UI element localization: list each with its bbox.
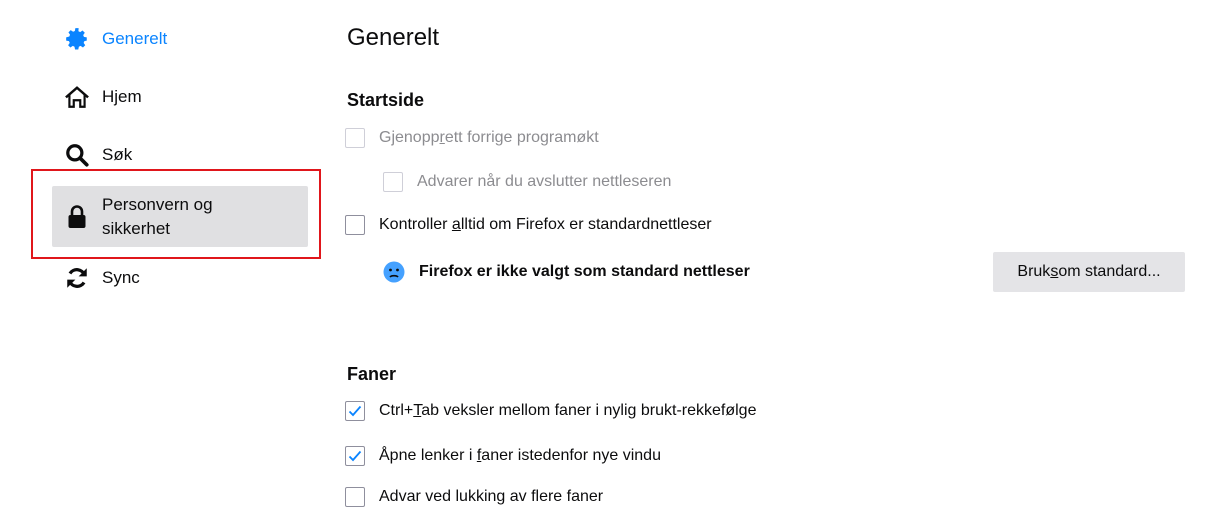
sidebar-item-search[interactable]: Søk	[52, 138, 308, 172]
sidebar-item-label: Generelt	[102, 29, 168, 48]
open-links-label: Åpne lenker i faner istedenfor nye vindu	[379, 447, 661, 464]
warn-on-quit-checkbox[interactable]	[383, 172, 403, 192]
restore-session-label: Gjenopprett forrige programøkt	[379, 129, 599, 146]
checkmark-icon	[348, 450, 362, 462]
open-links-checkbox[interactable]	[345, 446, 365, 466]
check-default-label: Kontroller alltid om Firefox er standard…	[379, 216, 712, 233]
warn-close-checkbox[interactable]	[345, 487, 365, 507]
default-status-row: Firefox er ikke valgt som standard nettl…	[383, 261, 750, 283]
sync-icon	[62, 263, 92, 293]
section-title-startup: Startside	[347, 90, 425, 110]
sidebar-item-label: Søk	[102, 145, 133, 164]
highlight-box	[31, 169, 321, 259]
checkmark-icon	[348, 405, 362, 417]
ctrl-tab-label: Ctrl+Tab veksler mellom faner i nylig br…	[379, 402, 757, 419]
page-title: Generelt	[347, 24, 440, 51]
home-icon	[62, 82, 92, 112]
ctrl-tab-checkbox[interactable]	[345, 401, 365, 421]
check-default-row: Kontroller alltid om Firefox er standard…	[345, 215, 712, 235]
default-status-text: Firefox er ikke valgt som standard nettl…	[419, 263, 750, 280]
sad-face-icon	[383, 261, 405, 283]
section-title-tabs: Faner	[347, 364, 397, 384]
ctrl-tab-row: Ctrl+Tab veksler mellom faner i nylig br…	[345, 401, 756, 421]
sidebar-item-sync[interactable]: Sync	[52, 261, 308, 295]
search-icon	[62, 140, 92, 170]
make-default-button[interactable]: Bruk s om standard...	[993, 252, 1185, 292]
warn-on-quit-label: Advarer når du avslutter nettleseren	[417, 173, 672, 190]
restore-session-checkbox[interactable]	[345, 128, 365, 148]
sidebar-item-general[interactable]: Generelt	[52, 22, 308, 56]
sidebar-item-home[interactable]: Hjem	[52, 80, 308, 114]
sidebar-item-label: Hjem	[102, 87, 142, 106]
sidebar: Generelt Hjem Søk Personvern og sikkerhe…	[0, 0, 330, 503]
check-default-checkbox[interactable]	[345, 215, 365, 235]
warn-on-quit-row: Advarer når du avslutter nettleseren	[383, 172, 671, 192]
warn-close-row: Advar ved lukking av flere faner	[345, 487, 603, 507]
restore-session-row: Gjenopprett forrige programøkt	[345, 128, 599, 148]
gear-icon	[62, 24, 92, 54]
open-links-row: Åpne lenker i faner istedenfor nye vindu	[345, 446, 661, 466]
sidebar-item-label: Sync	[102, 268, 140, 287]
warn-close-label: Advar ved lukking av flere faner	[379, 488, 604, 505]
